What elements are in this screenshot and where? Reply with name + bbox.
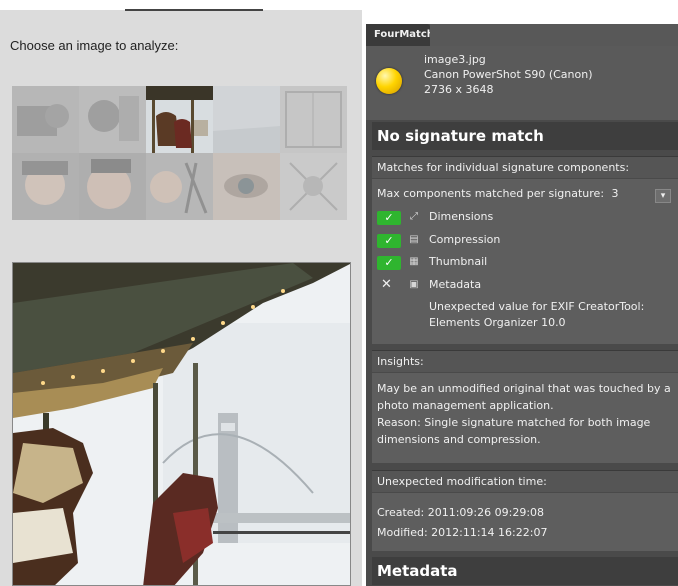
check-icon: ✓	[377, 211, 401, 225]
thumbnail-2[interactable]	[79, 86, 146, 153]
metadata-icon: ▣	[409, 279, 419, 290]
file-info: image3.jpg Canon PowerShot S90 (Canon) 2…	[366, 46, 678, 120]
cross-icon: ✕	[381, 277, 392, 292]
thumbnail-9[interactable]	[213, 153, 280, 220]
thumbnail-3-selected[interactable]	[146, 86, 213, 153]
component-label: Metadata	[429, 278, 482, 291]
max-components-value: 3	[611, 187, 619, 200]
dimensions-icon: ⤢	[410, 211, 418, 222]
thumbnail-4[interactable]	[213, 86, 280, 153]
thumbnail-10[interactable]	[280, 153, 347, 220]
compression-icon: ▤	[409, 234, 419, 245]
image-chooser-area: Choose an image to analyze:	[0, 0, 362, 586]
selected-image-preview	[12, 262, 351, 586]
image-dimensions: 2736 x 3648	[424, 83, 494, 96]
choose-image-prompt: Choose an image to analyze:	[10, 38, 179, 53]
modtime-header: Unexpected modification time:	[372, 470, 678, 492]
component-label: Compression	[429, 233, 501, 246]
panel-tab-bar	[430, 24, 678, 46]
component-row-metadata: ✕ ▣ Metadata	[377, 277, 667, 295]
result-title: No signature match	[372, 122, 678, 150]
insights-line1: May be an unmodified original that was t…	[377, 382, 671, 395]
components-header: Matches for individual signature compone…	[372, 156, 678, 178]
metadata-note-line1: Unexpected value for EXIF CreatorTool:	[429, 300, 645, 313]
thumbnail-8[interactable]	[146, 153, 213, 220]
insights-header: Insights:	[372, 350, 678, 372]
max-components-label: Max components matched per signature:	[377, 187, 605, 200]
thumbnail-icon: ▦	[409, 256, 419, 267]
insights-block: May be an unmodified original that was t…	[372, 373, 678, 463]
thumbnail-7[interactable]	[79, 153, 146, 220]
modified-time: Modified: 2012:11:14 16:22:07	[377, 526, 548, 539]
insights-line3: Reason: Single signature matched for bot…	[377, 416, 651, 429]
file-details: image3.jpg Canon PowerShot S90 (Canon) 2…	[424, 52, 593, 97]
app-window: Choose an image to analyze: FourMatch im…	[0, 0, 678, 586]
component-row-compression: ✓ ▤ Compression	[377, 232, 667, 250]
modtime-block: Created: 2011:09:26 09:29:08 Modified: 2…	[372, 493, 678, 551]
component-label: Thumbnail	[429, 255, 488, 268]
active-tab-indicator	[125, 9, 263, 11]
check-icon: ✓	[377, 256, 401, 270]
thumbnail-6[interactable]	[12, 153, 79, 220]
metadata-section-title[interactable]: Metadata	[372, 557, 678, 585]
components-block: Max components matched per signature: 3 …	[372, 179, 678, 344]
tab-fourmatch[interactable]: FourMatch	[366, 24, 434, 46]
fourmatch-panel: FourMatch image3.jpg Canon PowerShot S90…	[366, 24, 678, 586]
metadata-note: Unexpected value for EXIF CreatorTool: E…	[429, 299, 644, 331]
expand-chevron-button[interactable]: ▾	[655, 189, 671, 203]
component-row-dimensions: ✓ ⤢ Dimensions	[377, 209, 667, 227]
thumbnail-grid	[12, 86, 349, 220]
file-name: image3.jpg	[424, 53, 486, 66]
metadata-note-line2: Elements Organizer 10.0	[429, 316, 566, 329]
max-components-row: Max components matched per signature: 3 …	[377, 187, 677, 205]
insights-line4: dimensions and compression.	[377, 433, 541, 446]
component-label: Dimensions	[429, 210, 494, 223]
check-icon: ✓	[377, 234, 401, 248]
insights-line2: photo management application.	[377, 399, 554, 412]
created-time: Created: 2011:09:26 09:29:08	[377, 506, 545, 519]
component-row-thumbnail: ✓ ▦ Thumbnail	[377, 254, 667, 272]
thumbnail-1[interactable]	[12, 86, 79, 153]
status-bulb-icon	[376, 68, 402, 94]
thumbnail-5[interactable]	[280, 86, 347, 153]
camera-model: Canon PowerShot S90 (Canon)	[424, 68, 593, 81]
